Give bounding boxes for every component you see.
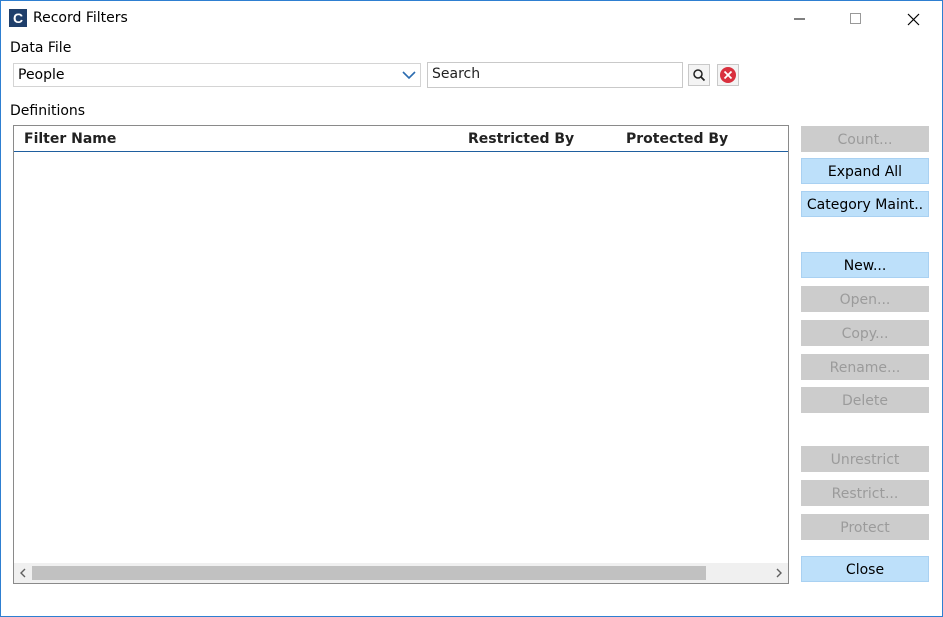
count-button[interactable]: Count...: [801, 126, 929, 152]
search-placeholder: Search: [432, 66, 481, 82]
record-filters-window: C Record Filters Data File People Search…: [0, 0, 943, 617]
data-file-value: People: [18, 67, 65, 83]
clear-x-icon: [720, 67, 736, 83]
chevron-down-icon: [402, 71, 416, 80]
close-button[interactable]: Close: [801, 556, 929, 582]
magnifier-icon: [693, 69, 706, 82]
list-header: Filter Name Restricted By Protected By: [14, 126, 788, 152]
window-title: Record Filters: [33, 10, 128, 26]
title-bar[interactable]: C Record Filters: [1, 1, 942, 37]
app-logo-icon: C: [9, 9, 27, 27]
open-button[interactable]: Open...: [801, 286, 929, 312]
search-button[interactable]: [688, 64, 710, 86]
column-header-protected-by[interactable]: Protected By: [626, 131, 728, 147]
scroll-right-icon[interactable]: [773, 566, 785, 580]
maximize-button[interactable]: [833, 1, 879, 37]
minimize-icon: [794, 18, 805, 20]
maximize-icon: [850, 13, 861, 24]
column-header-restricted-by[interactable]: Restricted By: [468, 131, 574, 147]
column-header-filter-name[interactable]: Filter Name: [24, 131, 116, 147]
minimize-button[interactable]: [777, 1, 823, 37]
definitions-list[interactable]: Filter Name Restricted By Protected By: [13, 125, 789, 584]
definitions-label: Definitions: [10, 103, 86, 119]
close-window-button[interactable]: [890, 1, 936, 37]
clear-search-button[interactable]: [717, 64, 739, 86]
data-file-select[interactable]: People: [13, 63, 421, 87]
scrollbar-thumb[interactable]: [32, 566, 706, 580]
close-icon: [907, 13, 919, 25]
copy-button[interactable]: Copy...: [801, 320, 929, 346]
horizontal-scrollbar[interactable]: [14, 563, 788, 583]
protect-button[interactable]: Protect: [801, 514, 929, 540]
data-file-label: Data File: [10, 40, 72, 56]
rename-button[interactable]: Rename...: [801, 354, 929, 380]
delete-button[interactable]: Delete: [801, 387, 929, 413]
restrict-button[interactable]: Restrict...: [801, 480, 929, 506]
new-button[interactable]: New...: [801, 252, 929, 278]
expand-all-button[interactable]: Expand All: [801, 158, 929, 184]
search-input[interactable]: Search: [427, 62, 683, 88]
category-maint-button[interactable]: Category Maint..: [801, 191, 929, 217]
scroll-left-icon[interactable]: [17, 566, 29, 580]
unrestrict-button[interactable]: Unrestrict: [801, 446, 929, 472]
